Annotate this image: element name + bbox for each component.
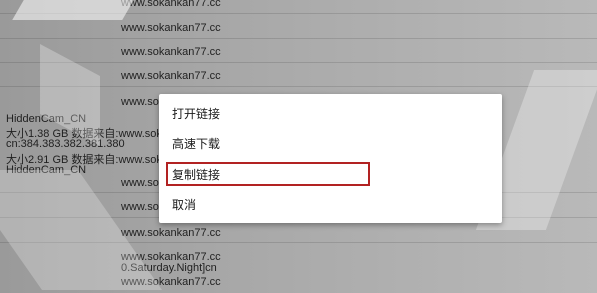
menu-item-cancel[interactable]: 取消 — [159, 190, 502, 218]
menu-item-copy-link[interactable]: 复制链接 — [159, 160, 502, 188]
list-item-source: 0.Saturday.Night]cn — [121, 262, 217, 274]
divider — [0, 13, 597, 14]
list-item-source: www.sokankan77.cc — [121, 276, 221, 288]
menu-item-fast-download[interactable]: 高速下载 — [159, 129, 502, 157]
divider — [0, 242, 597, 243]
divider — [0, 38, 597, 39]
list-item-source: www.sokankan77.cc — [121, 22, 221, 34]
list-item-source: www.sokankan77.cc — [121, 46, 221, 58]
list-item-title: HiddenCam_CN — [6, 164, 87, 176]
menu-item-open-link[interactable]: 打开链接 — [159, 99, 502, 127]
list-item-source: www.sokankan77.cc — [121, 227, 221, 239]
list-item-title: HiddenCam_CN — [6, 113, 87, 125]
list-item-source: www.sokankan77.cc — [121, 70, 221, 82]
context-menu: 打开链接 高速下载 复制链接 取消 — [159, 94, 502, 223]
list-item-source: www.sokankan77.cc — [121, 0, 221, 9]
divider — [0, 62, 597, 63]
list-item-meta: cn:384.383.382.381.380 — [6, 138, 125, 150]
divider — [0, 86, 597, 87]
